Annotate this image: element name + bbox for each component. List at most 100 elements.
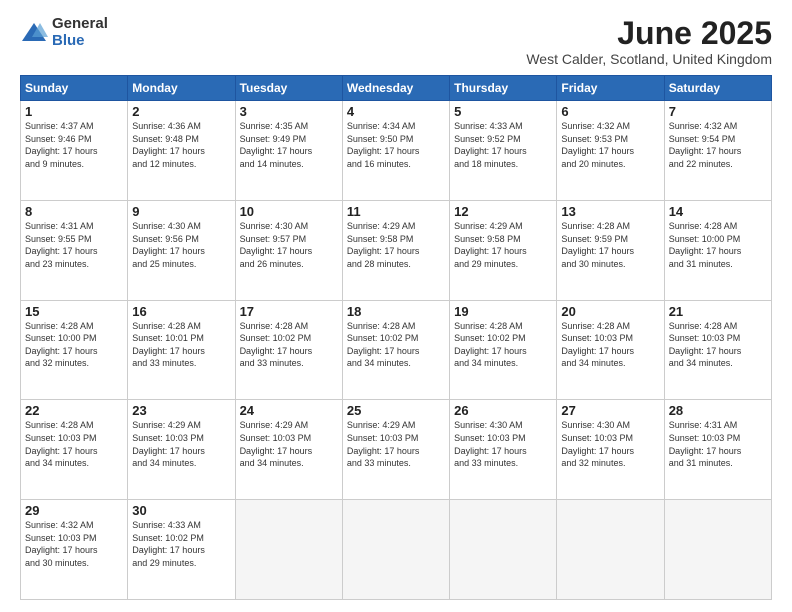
day-number: 15 <box>25 304 123 319</box>
calendar-cell: 6Sunrise: 4:32 AM Sunset: 9:53 PM Daylig… <box>557 101 664 201</box>
calendar-week-4: 22Sunrise: 4:28 AM Sunset: 10:03 PM Dayl… <box>21 400 772 500</box>
day-number: 8 <box>25 204 123 219</box>
day-number: 18 <box>347 304 445 319</box>
calendar-cell: 3Sunrise: 4:35 AM Sunset: 9:49 PM Daylig… <box>235 101 342 201</box>
day-number: 22 <box>25 403 123 418</box>
day-number: 9 <box>132 204 230 219</box>
calendar-cell <box>557 500 664 600</box>
day-info: Sunrise: 4:29 AM Sunset: 10:03 PM Daylig… <box>347 419 445 469</box>
col-tuesday: Tuesday <box>235 76 342 101</box>
day-info: Sunrise: 4:33 AM Sunset: 9:52 PM Dayligh… <box>454 120 552 170</box>
day-number: 19 <box>454 304 552 319</box>
page: General Blue June 2025 West Calder, Scot… <box>0 0 792 612</box>
calendar-cell: 19Sunrise: 4:28 AM Sunset: 10:02 PM Dayl… <box>450 300 557 400</box>
calendar-cell: 24Sunrise: 4:29 AM Sunset: 10:03 PM Dayl… <box>235 400 342 500</box>
day-info: Sunrise: 4:29 AM Sunset: 9:58 PM Dayligh… <box>454 220 552 270</box>
header-row: Sunday Monday Tuesday Wednesday Thursday… <box>21 76 772 101</box>
day-info: Sunrise: 4:29 AM Sunset: 10:03 PM Daylig… <box>240 419 338 469</box>
day-info: Sunrise: 4:28 AM Sunset: 10:03 PM Daylig… <box>561 320 659 370</box>
col-monday: Monday <box>128 76 235 101</box>
day-info: Sunrise: 4:28 AM Sunset: 10:02 PM Daylig… <box>454 320 552 370</box>
logo: General Blue <box>20 16 108 49</box>
day-number: 1 <box>25 104 123 119</box>
calendar-cell <box>450 500 557 600</box>
calendar-cell: 11Sunrise: 4:29 AM Sunset: 9:58 PM Dayli… <box>342 200 449 300</box>
day-number: 21 <box>669 304 767 319</box>
day-number: 5 <box>454 104 552 119</box>
calendar-cell: 22Sunrise: 4:28 AM Sunset: 10:03 PM Dayl… <box>21 400 128 500</box>
day-number: 25 <box>347 403 445 418</box>
day-number: 17 <box>240 304 338 319</box>
calendar-cell: 27Sunrise: 4:30 AM Sunset: 10:03 PM Dayl… <box>557 400 664 500</box>
logo-text: General Blue <box>52 16 108 49</box>
calendar-cell: 20Sunrise: 4:28 AM Sunset: 10:03 PM Dayl… <box>557 300 664 400</box>
calendar-cell: 18Sunrise: 4:28 AM Sunset: 10:02 PM Dayl… <box>342 300 449 400</box>
col-saturday: Saturday <box>664 76 771 101</box>
calendar-week-5: 29Sunrise: 4:32 AM Sunset: 10:03 PM Dayl… <box>21 500 772 600</box>
day-info: Sunrise: 4:29 AM Sunset: 10:03 PM Daylig… <box>132 419 230 469</box>
calendar-cell: 12Sunrise: 4:29 AM Sunset: 9:58 PM Dayli… <box>450 200 557 300</box>
calendar-cell <box>235 500 342 600</box>
day-info: Sunrise: 4:32 AM Sunset: 10:03 PM Daylig… <box>25 519 123 569</box>
day-number: 23 <box>132 403 230 418</box>
day-number: 24 <box>240 403 338 418</box>
day-info: Sunrise: 4:30 AM Sunset: 9:57 PM Dayligh… <box>240 220 338 270</box>
calendar-cell: 5Sunrise: 4:33 AM Sunset: 9:52 PM Daylig… <box>450 101 557 201</box>
calendar-cell: 15Sunrise: 4:28 AM Sunset: 10:00 PM Dayl… <box>21 300 128 400</box>
day-info: Sunrise: 4:32 AM Sunset: 9:53 PM Dayligh… <box>561 120 659 170</box>
calendar-cell: 8Sunrise: 4:31 AM Sunset: 9:55 PM Daylig… <box>21 200 128 300</box>
calendar-week-3: 15Sunrise: 4:28 AM Sunset: 10:00 PM Dayl… <box>21 300 772 400</box>
col-thursday: Thursday <box>450 76 557 101</box>
day-info: Sunrise: 4:28 AM Sunset: 10:03 PM Daylig… <box>25 419 123 469</box>
day-number: 2 <box>132 104 230 119</box>
day-number: 7 <box>669 104 767 119</box>
day-number: 14 <box>669 204 767 219</box>
day-info: Sunrise: 4:31 AM Sunset: 9:55 PM Dayligh… <box>25 220 123 270</box>
day-info: Sunrise: 4:28 AM Sunset: 10:03 PM Daylig… <box>669 320 767 370</box>
day-info: Sunrise: 4:30 AM Sunset: 10:03 PM Daylig… <box>561 419 659 469</box>
calendar-cell: 21Sunrise: 4:28 AM Sunset: 10:03 PM Dayl… <box>664 300 771 400</box>
calendar-title: June 2025 <box>526 16 772 51</box>
day-number: 26 <box>454 403 552 418</box>
calendar-cell: 1Sunrise: 4:37 AM Sunset: 9:46 PM Daylig… <box>21 101 128 201</box>
day-info: Sunrise: 4:31 AM Sunset: 10:03 PM Daylig… <box>669 419 767 469</box>
day-info: Sunrise: 4:28 AM Sunset: 10:01 PM Daylig… <box>132 320 230 370</box>
logo-general: General <box>52 16 108 33</box>
col-sunday: Sunday <box>21 76 128 101</box>
calendar-cell: 28Sunrise: 4:31 AM Sunset: 10:03 PM Dayl… <box>664 400 771 500</box>
day-number: 29 <box>25 503 123 518</box>
calendar-cell: 26Sunrise: 4:30 AM Sunset: 10:03 PM Dayl… <box>450 400 557 500</box>
calendar-cell: 23Sunrise: 4:29 AM Sunset: 10:03 PM Dayl… <box>128 400 235 500</box>
calendar-subtitle: West Calder, Scotland, United Kingdom <box>526 51 772 67</box>
logo-blue: Blue <box>52 33 108 50</box>
day-number: 11 <box>347 204 445 219</box>
day-number: 12 <box>454 204 552 219</box>
day-info: Sunrise: 4:29 AM Sunset: 9:58 PM Dayligh… <box>347 220 445 270</box>
calendar-cell: 25Sunrise: 4:29 AM Sunset: 10:03 PM Dayl… <box>342 400 449 500</box>
logo-icon <box>20 19 48 47</box>
day-number: 4 <box>347 104 445 119</box>
calendar-week-1: 1Sunrise: 4:37 AM Sunset: 9:46 PM Daylig… <box>21 101 772 201</box>
header: General Blue June 2025 West Calder, Scot… <box>20 16 772 67</box>
day-info: Sunrise: 4:30 AM Sunset: 10:03 PM Daylig… <box>454 419 552 469</box>
calendar-cell: 10Sunrise: 4:30 AM Sunset: 9:57 PM Dayli… <box>235 200 342 300</box>
day-number: 28 <box>669 403 767 418</box>
calendar-cell: 17Sunrise: 4:28 AM Sunset: 10:02 PM Dayl… <box>235 300 342 400</box>
day-info: Sunrise: 4:28 AM Sunset: 9:59 PM Dayligh… <box>561 220 659 270</box>
day-info: Sunrise: 4:36 AM Sunset: 9:48 PM Dayligh… <box>132 120 230 170</box>
day-number: 20 <box>561 304 659 319</box>
calendar-cell: 2Sunrise: 4:36 AM Sunset: 9:48 PM Daylig… <box>128 101 235 201</box>
title-block: June 2025 West Calder, Scotland, United … <box>526 16 772 67</box>
day-info: Sunrise: 4:37 AM Sunset: 9:46 PM Dayligh… <box>25 120 123 170</box>
day-info: Sunrise: 4:32 AM Sunset: 9:54 PM Dayligh… <box>669 120 767 170</box>
day-info: Sunrise: 4:28 AM Sunset: 10:00 PM Daylig… <box>669 220 767 270</box>
calendar-cell: 13Sunrise: 4:28 AM Sunset: 9:59 PM Dayli… <box>557 200 664 300</box>
day-info: Sunrise: 4:33 AM Sunset: 10:02 PM Daylig… <box>132 519 230 569</box>
day-info: Sunrise: 4:28 AM Sunset: 10:02 PM Daylig… <box>347 320 445 370</box>
day-info: Sunrise: 4:35 AM Sunset: 9:49 PM Dayligh… <box>240 120 338 170</box>
col-wednesday: Wednesday <box>342 76 449 101</box>
calendar-cell: 7Sunrise: 4:32 AM Sunset: 9:54 PM Daylig… <box>664 101 771 201</box>
calendar-cell: 14Sunrise: 4:28 AM Sunset: 10:00 PM Dayl… <box>664 200 771 300</box>
calendar-cell <box>342 500 449 600</box>
day-number: 27 <box>561 403 659 418</box>
